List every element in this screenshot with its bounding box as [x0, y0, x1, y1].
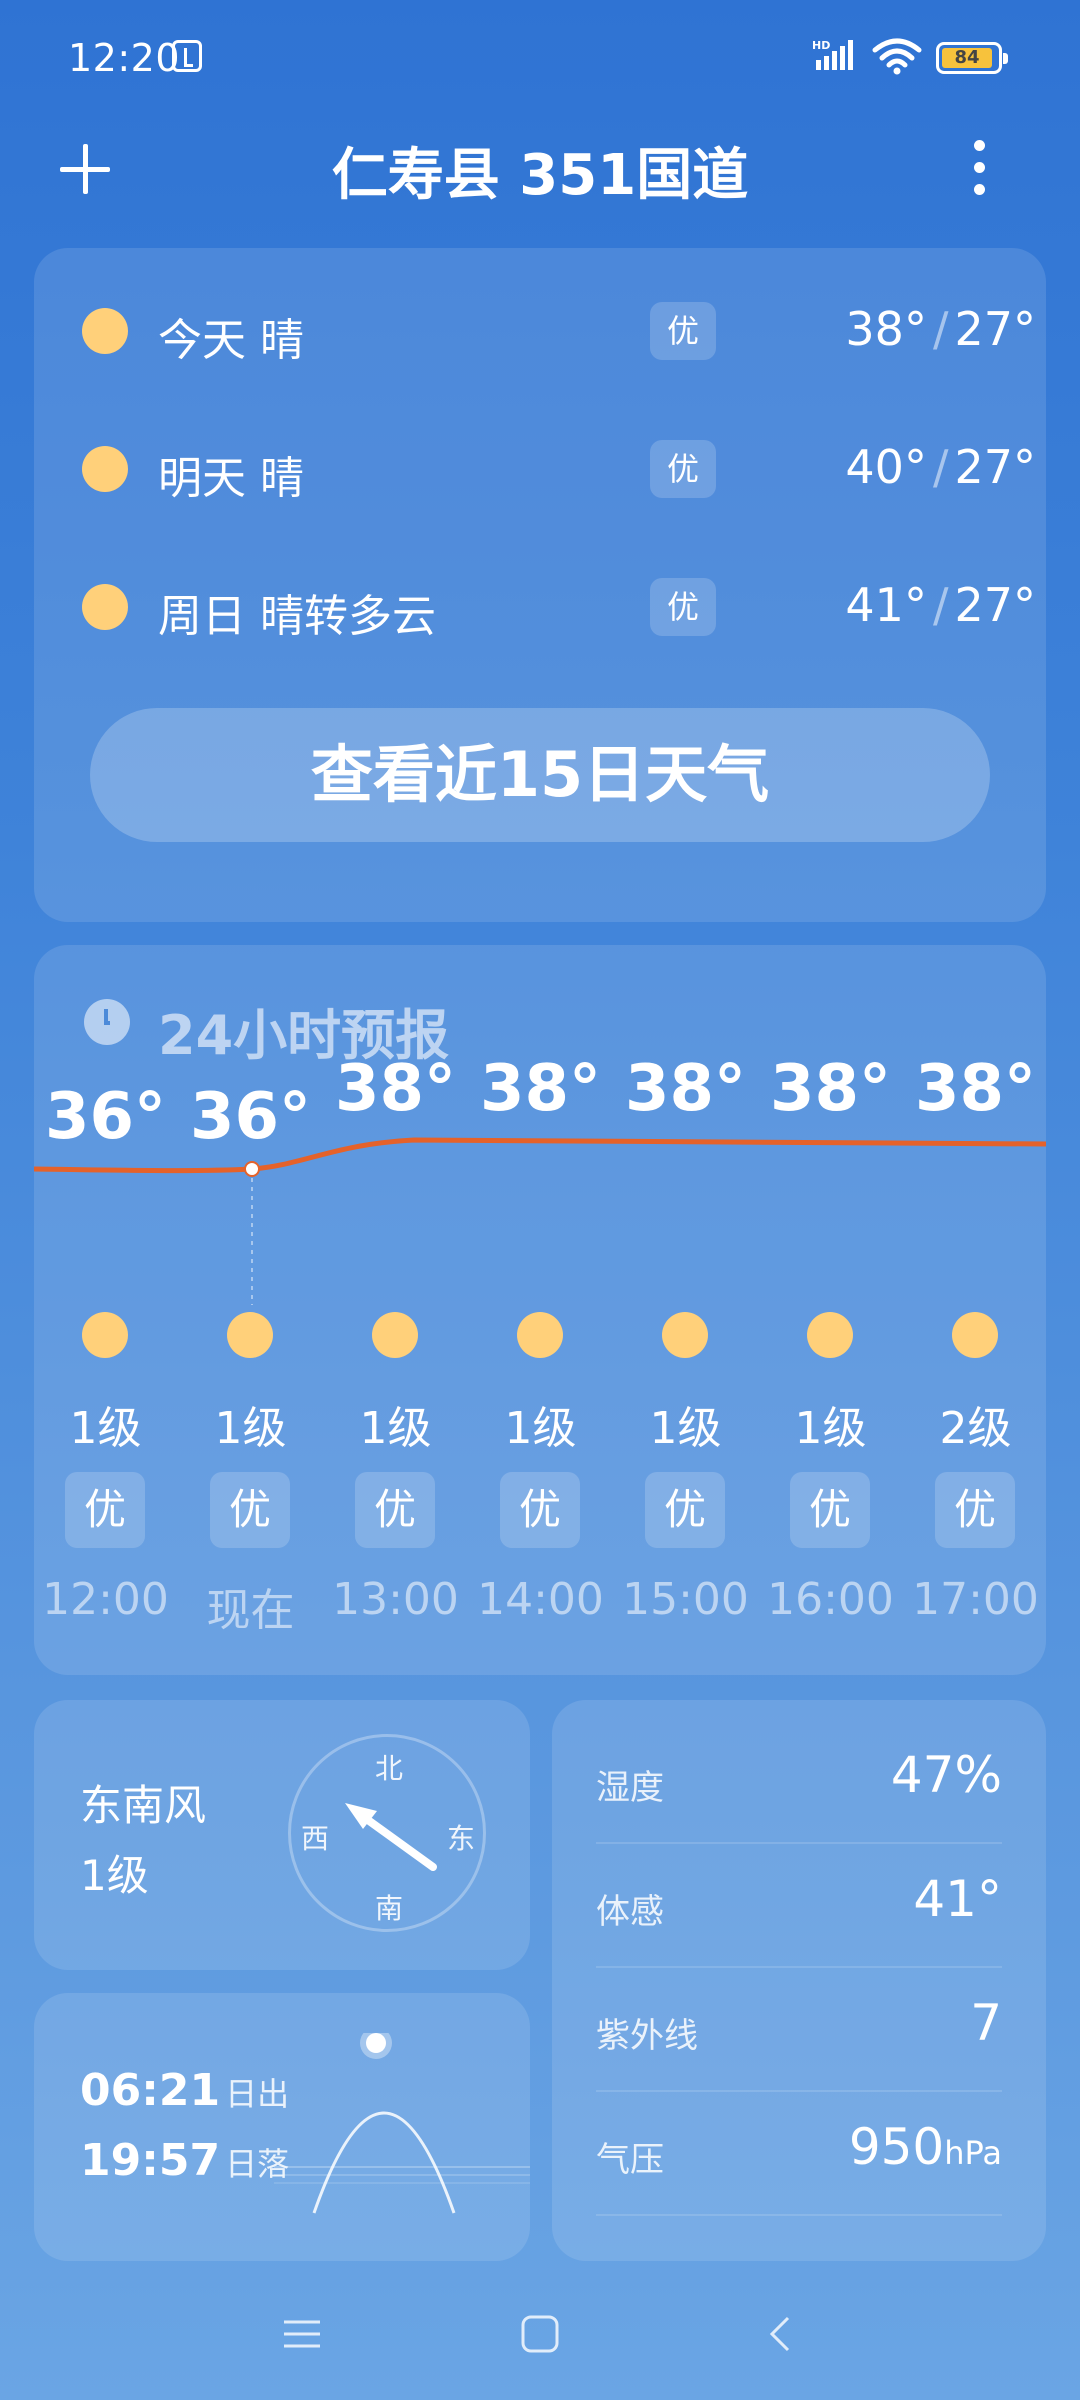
hourly-wind: 1级	[504, 1403, 577, 1454]
uv-row: 紫外线 7	[596, 1966, 1002, 2092]
high-temp: 40°	[845, 440, 927, 494]
temp-range: 38°/27°	[845, 302, 1036, 356]
compass: 北 南 西 东	[288, 1734, 486, 1932]
sunny-icon	[82, 584, 128, 630]
feels-like-label: 体感	[596, 1892, 664, 1932]
high-temp: 41°	[845, 578, 927, 632]
hourly-wind: 1级	[214, 1403, 287, 1454]
more-menu-button[interactable]	[974, 140, 986, 196]
aqi-badge: 优	[650, 302, 716, 360]
uv-label: 紫外线	[596, 2016, 698, 2056]
aqi-badge: 优	[650, 440, 716, 498]
hourly-time: 15:00	[622, 1574, 749, 1625]
sunrise-time: 06:21	[80, 2065, 221, 2116]
daily-row[interactable]: 周日 晴转多云 优 41°/27°	[34, 568, 1080, 648]
nfc-icon	[172, 40, 202, 72]
sunset-row: 19:57 日落	[80, 2135, 289, 2186]
hourly-aqi-badge: 优	[935, 1472, 1015, 1548]
humidity-value: 47%	[890, 1746, 1002, 1804]
day-label: 周日 晴转多云	[158, 591, 436, 642]
sunset-time: 19:57	[80, 2135, 221, 2186]
hourly-aqi-badge: 优	[355, 1472, 435, 1548]
wind-direction: 东南风	[80, 1781, 207, 1830]
pressure-label: 气压	[596, 2140, 664, 2180]
menu-icon[interactable]	[282, 2314, 322, 2354]
temperature-curve	[34, 1137, 1046, 1305]
hourly-time: 现在	[206, 1585, 295, 1636]
hourly-aqi-badge: 优	[210, 1472, 290, 1548]
system-nav-bar	[0, 2290, 1080, 2380]
location-title: 仁寿县 351国道	[331, 143, 749, 208]
low-temp: 27°	[954, 440, 1036, 494]
hourly-time: 13:00	[332, 1574, 459, 1625]
hourly-aqi-badge: 优	[500, 1472, 580, 1548]
low-temp: 27°	[954, 302, 1036, 356]
hourly-aqi-badge: 优	[65, 1472, 145, 1548]
signal-icon: HD	[812, 39, 853, 70]
pressure-value: 950hPa	[848, 2118, 1002, 2176]
day-label: 今天 晴	[158, 315, 304, 366]
details-card[interactable]: 湿度 47% 体感 41° 紫外线 7 气压 950hPa	[552, 1700, 1046, 2261]
hourly-wind: 1级	[649, 1403, 722, 1454]
clock-icon	[84, 999, 130, 1045]
wifi-icon	[872, 38, 922, 75]
hourly-aqi-badge: 优	[790, 1472, 870, 1548]
hourly-time: 17:00	[912, 1574, 1039, 1625]
pressure-unit: hPa	[944, 2134, 1002, 2172]
battery-level: 84	[942, 48, 992, 68]
svg-text:HD: HD	[812, 39, 830, 52]
temp-range: 41°/27°	[845, 578, 1036, 632]
temp-range: 40°/27°	[845, 440, 1036, 494]
hourly-time: 16:00	[767, 1574, 894, 1625]
uv-value: 7	[970, 1994, 1002, 2052]
daily-row[interactable]: 今天 晴 优 38°/27°	[34, 292, 1080, 372]
hourly-time: 12:00	[42, 1574, 169, 1625]
aqi-badge: 优	[650, 578, 716, 636]
low-temp: 27°	[954, 578, 1036, 632]
hourly-time: 14:00	[477, 1574, 604, 1625]
sunrise-sunset-card[interactable]: 06:21 日出 19:57 日落	[34, 1993, 530, 2261]
battery-icon: 84	[936, 42, 1008, 74]
sun-arc-graphic	[274, 2033, 530, 2214]
feels-like-row: 体感 41°	[596, 1842, 1002, 1968]
sunny-icon	[82, 446, 128, 492]
status-bar: 12:20 HD 84	[0, 0, 1080, 116]
daily-row[interactable]: 明天 晴 优 40°/27°	[34, 430, 1080, 510]
wind-level: 1级	[80, 1851, 149, 1900]
pressure-row: 气压 950hPa	[596, 2090, 1002, 2216]
home-icon[interactable]	[520, 2314, 560, 2354]
wind-arrow-icon	[345, 1803, 437, 1871]
sunrise-row: 06:21 日出	[80, 2065, 289, 2116]
hourly-wind: 2级	[939, 1403, 1012, 1454]
humidity-row: 湿度 47%	[596, 1718, 1002, 1844]
status-time: 12:20	[68, 36, 181, 80]
hourly-aqi-badge: 优	[645, 1472, 725, 1548]
daily-forecast-card: 今天 晴 优 38°/27° 明天 晴 优 40°/27° 周日 晴转多云 优 …	[34, 248, 1046, 922]
high-temp: 38°	[845, 302, 927, 356]
hourly-wind: 1级	[69, 1403, 142, 1454]
wind-card[interactable]: 东南风 1级 北 南 西 东	[34, 1700, 530, 1970]
feels-like-value: 41°	[913, 1870, 1002, 1928]
hourly-wind: 1级	[359, 1403, 432, 1454]
back-icon[interactable]	[760, 2314, 800, 2354]
sunny-icon	[82, 308, 128, 354]
hourly-wind: 1级	[794, 1403, 867, 1454]
humidity-label: 湿度	[596, 1768, 664, 1808]
view-15-day-button[interactable]: 查看近15日天气	[90, 708, 990, 842]
current-hour-marker	[244, 1161, 260, 1177]
day-label: 明天 晴	[158, 453, 304, 504]
